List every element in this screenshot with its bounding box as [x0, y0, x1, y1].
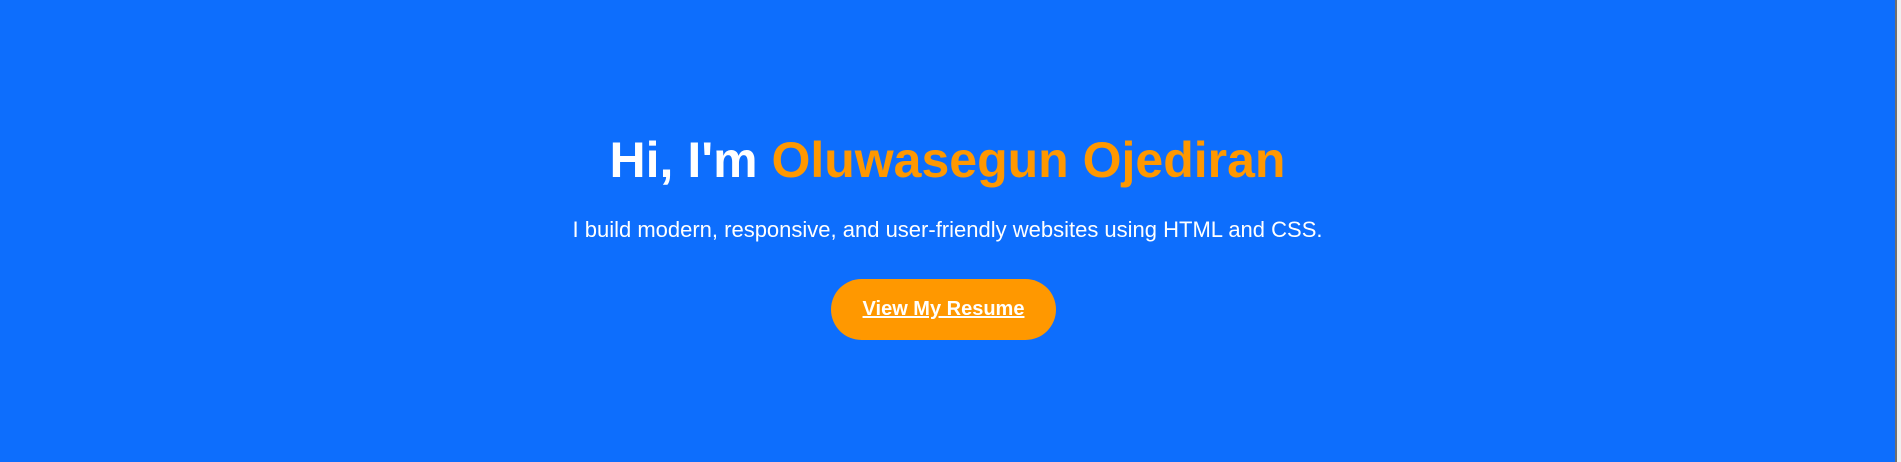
hero-title-greeting: Hi, I'm: [609, 132, 772, 188]
hero-title: Hi, I'm Oluwasegun Ojediran: [0, 126, 1895, 194]
hero-section: Hi, I'm Oluwasegun Ojediran I build mode…: [0, 0, 1895, 462]
window-edge: [1895, 0, 1901, 462]
hero-title-name: Oluwasegun Ojediran: [771, 132, 1286, 188]
hero-subtitle: I build modern, responsive, and user-fri…: [572, 217, 1323, 242]
view-resume-button[interactable]: View My Resume: [831, 279, 1056, 340]
